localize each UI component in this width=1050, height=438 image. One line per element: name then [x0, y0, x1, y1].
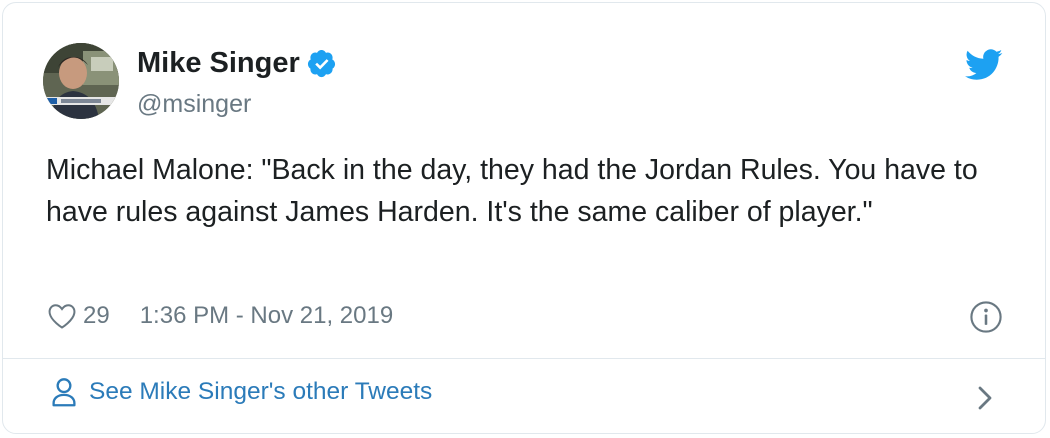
author-handle[interactable]: @msinger — [137, 87, 251, 121]
info-icon[interactable] — [969, 300, 1003, 334]
see-other-tweets-link[interactable]: See Mike Singer's other Tweets — [51, 377, 1003, 407]
tweet-text: Michael Malone: "Back in the day, they h… — [46, 154, 978, 228]
heart-icon[interactable] — [47, 301, 77, 331]
author-name[interactable]: Mike Singer — [137, 45, 300, 81]
person-icon — [52, 378, 76, 407]
avatar[interactable] — [43, 43, 119, 119]
like-count[interactable]: 29 — [83, 302, 110, 330]
verified-badge-icon — [307, 49, 335, 77]
author-name-row[interactable]: Mike Singer — [137, 45, 337, 81]
twitter-bird-icon[interactable] — [965, 49, 1003, 81]
see-other-tweets-label[interactable]: See Mike Singer's other Tweets — [89, 378, 432, 406]
avatar-photo — [43, 43, 119, 119]
divider — [3, 358, 1045, 359]
chevron-right-icon[interactable] — [975, 383, 995, 413]
tweet-card[interactable]: Mike Singer @msinger Michael Malone: "Ba… — [2, 2, 1046, 434]
tweet-timestamp[interactable]: 1:36 PM - Nov 21, 2019 — [140, 302, 393, 330]
tweet-meta: 29 1:36 PM - Nov 21, 2019 — [47, 301, 393, 331]
